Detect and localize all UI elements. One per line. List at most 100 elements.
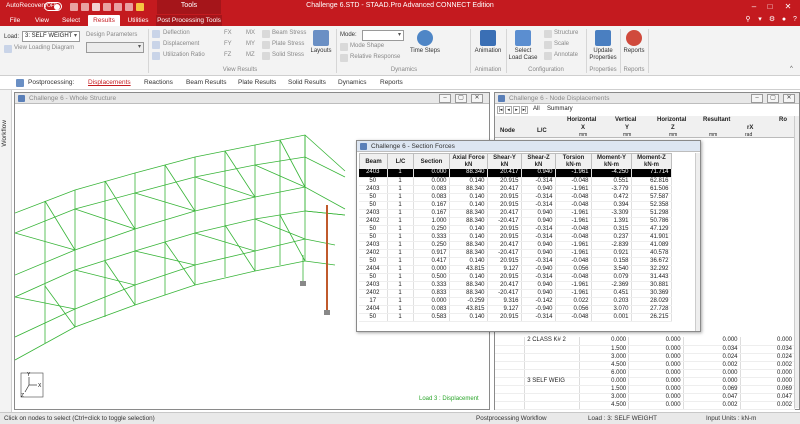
next-page-icon[interactable]: ▸	[513, 106, 520, 114]
sf-header-cell[interactable]: Beam	[359, 153, 388, 171]
table-row[interactable]: 50 1 0.583 0.140 20.915 -0.314 -0.048 0.001 26.2…	[359, 313, 672, 322]
table-row[interactable]: 50 1 0.000 0.140 20.915 -0.314 -0.048 0.551 62.8…	[359, 177, 672, 186]
table-row[interactable]: 50 1 0.417 0.140 20.915 -0.314 -0.048 0.158 36.6…	[359, 257, 672, 266]
annotate-button[interactable]: Annotate	[554, 52, 578, 58]
time-steps-button[interactable]: Time Steps	[408, 30, 442, 55]
sf-header-cell[interactable]: L/C	[387, 153, 414, 171]
collapse-ribbon-icon[interactable]: ^	[790, 66, 793, 72]
whole-structure-titlebar[interactable]: Challenge 6 - Whole Structure – ▢ ✕	[15, 93, 489, 104]
sf-header-cell[interactable]: Shear-Y kN	[487, 153, 522, 171]
mz-button[interactable]: MZ	[246, 52, 255, 58]
table-row[interactable]: 50 1 0.250 0.140 20.915 -0.314 -0.048 0.315 47.1…	[359, 225, 672, 234]
table-row[interactable]: 2402 1 0.833 88.340 -20.417 0.940 -1.961 0.451 3…	[359, 289, 672, 298]
nav-reactions[interactable]: Reactions	[144, 79, 173, 86]
user-icon[interactable]: ●	[780, 16, 788, 24]
window-minimize-icon[interactable]: –	[751, 94, 763, 103]
tab-view[interactable]: View	[30, 15, 54, 26]
table-row[interactable]: 50 1 0.167 0.140 20.915 -0.314 -0.048 0.394 52.3…	[359, 201, 672, 210]
node-displacements-titlebar[interactable]: Challenge 6 - Node Displacements – ▢ ✕	[495, 93, 799, 104]
sf-header-cell[interactable]: Section	[413, 153, 450, 171]
chevron-down-icon[interactable]: ▾	[756, 16, 764, 24]
nav-dynamics[interactable]: Dynamics	[338, 79, 367, 86]
first-page-icon[interactable]: |◂	[497, 106, 504, 114]
select-load-case-button[interactable]: Select Load Case	[508, 30, 538, 62]
relative-response-button[interactable]: Relative Response	[350, 54, 400, 60]
structure-button[interactable]: Structure	[554, 30, 578, 36]
support-node[interactable]	[300, 281, 306, 286]
search-icon[interactable]: ⚲	[744, 16, 752, 24]
table-row[interactable]: 17 1 0.000 -0.259 9.316 -0.142 0.022 0.203 28.02…	[359, 297, 672, 306]
layouts-button[interactable]: Layouts	[308, 30, 334, 55]
section-forces-window[interactable]: Challenge 6 - Section Forces Beam L/C Sect…	[356, 140, 701, 332]
solid-stress-button[interactable]: Solid Stress	[272, 52, 304, 58]
table-row[interactable]: 2 CLASS K# 2 0.000 0.000 0.000 0.000	[495, 337, 796, 346]
tab-all[interactable]: All	[533, 106, 540, 112]
section-forces-titlebar[interactable]: Challenge 6 - Section Forces	[357, 141, 700, 152]
table-row[interactable]: 2403 1 0.250 88.340 20.417 0.940 -1.961 -2.839 4…	[359, 241, 672, 250]
sf-header-cell[interactable]: Torsion kN-m	[555, 153, 592, 171]
window-close-icon[interactable]: ✕	[471, 94, 483, 103]
sf-header-cell[interactable]: Axial Force kN	[449, 153, 488, 171]
help-icon[interactable]: ?	[791, 16, 799, 24]
table-row[interactable]: 2403 1 0.167 88.340 20.417 0.940 -1.961 -3.309 5…	[359, 209, 672, 218]
tab-post-processing-tools[interactable]: Post Processing Tools	[156, 15, 222, 26]
tab-file[interactable]: File	[4, 15, 26, 26]
table-row[interactable]: 2402 1 0.917 88.340 -20.417 0.940 -1.961 0.921 4…	[359, 249, 672, 258]
table-row[interactable]: 2403 1 0.000 88.340 20.417 0.940 -1.961 -4.250 7…	[359, 169, 672, 178]
table-row[interactable]: 4.500 0.000 0.002 0.002	[495, 401, 796, 410]
workflow-sidebar[interactable]: Workflow	[0, 90, 12, 412]
table-row[interactable]: 6.000 0.000 0.000 0.000	[495, 369, 796, 378]
prev-page-icon[interactable]: ◂	[505, 106, 512, 114]
minimize-icon[interactable]: –	[748, 1, 760, 12]
nav-beam-results[interactable]: Beam Results	[186, 79, 226, 86]
sf-header-cell[interactable]: Moment-Z kN-m	[631, 153, 672, 171]
table-row[interactable]: 2404 1 0.000 43.815 9.127 -0.940 0.056 3.540 32.…	[359, 265, 672, 274]
window-restore-icon[interactable]: ▢	[767, 94, 779, 103]
table-row[interactable]: 2403 1 0.083 88.340 20.417 0.940 -1.961 -3.779 6…	[359, 185, 672, 194]
window-restore-icon[interactable]: ▢	[455, 94, 467, 103]
vertical-scrollbar[interactable]	[794, 116, 799, 408]
tab-results[interactable]: Results	[88, 15, 120, 26]
mx-button[interactable]: MX	[246, 30, 255, 36]
design-parameters-select[interactable]	[86, 42, 144, 53]
update-properties-button[interactable]: Update Properties	[588, 30, 618, 62]
beam-stress-button[interactable]: Beam Stress	[272, 30, 306, 36]
nav-plate-results[interactable]: Plate Results	[238, 79, 276, 86]
mode-select[interactable]	[362, 30, 404, 41]
tab-select[interactable]: Select	[58, 15, 84, 26]
support-node[interactable]	[324, 310, 330, 315]
sf-header-cell[interactable]: Shear-Z kN	[521, 153, 556, 171]
my-button[interactable]: MY	[246, 41, 255, 47]
scale-button[interactable]: Scale	[554, 41, 569, 47]
nav-reports[interactable]: Reports	[380, 79, 403, 86]
table-row[interactable]: 3.000 0.000 0.024 0.024	[495, 353, 796, 362]
table-row[interactable]: 50 1 0.333 0.140 20.915 -0.314 -0.048 0.237 41.9…	[359, 233, 672, 242]
table-row[interactable]: 3 SELF WEIG 0.000 0.000 0.000 0.000	[495, 377, 796, 386]
nav-solid-results[interactable]: Solid Results	[288, 79, 326, 86]
tab-utilities[interactable]: Utilities	[122, 15, 154, 26]
table-row[interactable]: 2402 1 1.000 88.340 -20.417 0.940 -1.961 1.391 5…	[359, 217, 672, 226]
view-loading-diagram-button[interactable]: View Loading Diagram	[14, 45, 74, 51]
table-row[interactable]: 2403 1 0.333 88.340 20.417 0.940 -1.961 -2.369 3…	[359, 281, 672, 290]
utilization-ratio-button[interactable]: Utilization Ratio	[163, 52, 205, 58]
settings-icon[interactable]: ⚙	[768, 16, 776, 24]
plate-stress-button[interactable]: Plate Stress	[272, 41, 304, 47]
deflection-button[interactable]: Deflection	[163, 30, 190, 36]
table-row[interactable]: 3.000 0.000 0.047 0.047	[495, 393, 796, 402]
displacement-button[interactable]: Displacement	[163, 41, 199, 47]
sf-header-cell[interactable]: Moment-Y kN-m	[591, 153, 632, 171]
table-row[interactable]: 1.500 0.000 0.034 0.034	[495, 345, 796, 354]
table-row[interactable]: 2404 1 0.083 43.815 9.127 -0.940 0.056 3.070 27.…	[359, 305, 672, 314]
close-icon[interactable]: ✕	[782, 1, 794, 12]
fz-button[interactable]: FZ	[224, 52, 231, 58]
fy-button[interactable]: FY	[224, 41, 232, 47]
load-select[interactable]: 3: SELF WEIGHT	[22, 31, 80, 42]
mode-shape-button[interactable]: Mode Shape	[350, 43, 384, 49]
animation-button[interactable]: Animation	[472, 30, 504, 55]
table-row[interactable]: 1.500 0.000 0.069 0.069	[495, 385, 796, 394]
reports-button[interactable]: Reports	[622, 30, 646, 55]
table-row[interactable]: 50 1 0.083 0.140 20.915 -0.314 -0.048 0.472 57.5…	[359, 193, 672, 202]
table-row[interactable]: 4.500 0.000 0.002 0.002	[495, 361, 796, 370]
vertical-scrollbar[interactable]	[695, 153, 700, 331]
window-minimize-icon[interactable]: –	[439, 94, 451, 103]
